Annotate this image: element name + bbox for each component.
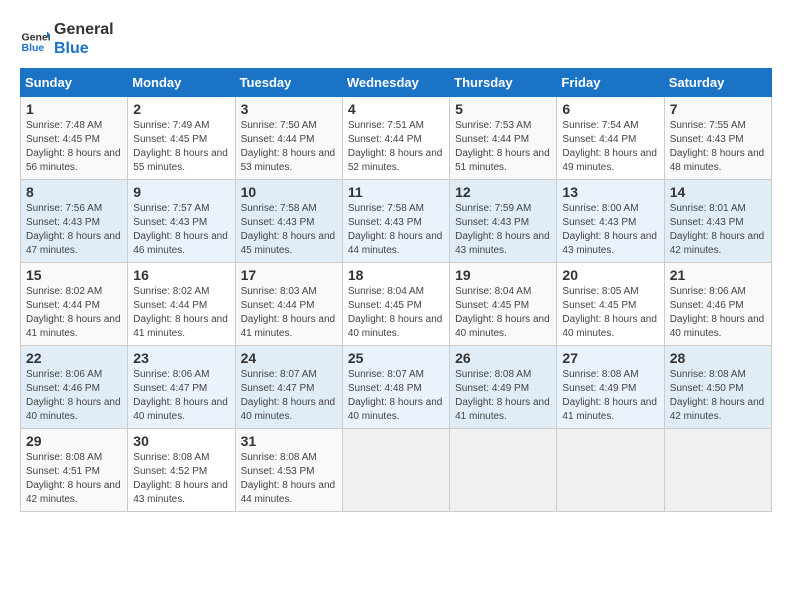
logo: General Blue General Blue xyxy=(20,20,114,58)
col-tuesday: Tuesday xyxy=(235,69,342,97)
table-row: 30Sunrise: 8:08 AMSunset: 4:52 PMDayligh… xyxy=(128,429,235,512)
table-row: 19Sunrise: 8:04 AMSunset: 4:45 PMDayligh… xyxy=(450,263,557,346)
table-row xyxy=(664,429,771,512)
table-row xyxy=(342,429,449,512)
table-row: 9Sunrise: 7:57 AMSunset: 4:43 PMDaylight… xyxy=(128,180,235,263)
table-row: 17Sunrise: 8:03 AMSunset: 4:44 PMDayligh… xyxy=(235,263,342,346)
table-row: 24Sunrise: 8:07 AMSunset: 4:47 PMDayligh… xyxy=(235,346,342,429)
table-row: 25Sunrise: 8:07 AMSunset: 4:48 PMDayligh… xyxy=(342,346,449,429)
table-row: 2Sunrise: 7:49 AMSunset: 4:45 PMDaylight… xyxy=(128,97,235,180)
table-row: 20Sunrise: 8:05 AMSunset: 4:45 PMDayligh… xyxy=(557,263,664,346)
page-header: General Blue General Blue xyxy=(20,20,772,58)
table-row: 6Sunrise: 7:54 AMSunset: 4:44 PMDaylight… xyxy=(557,97,664,180)
table-row: 22Sunrise: 8:06 AMSunset: 4:46 PMDayligh… xyxy=(21,346,128,429)
calendar-week-row: 1Sunrise: 7:48 AMSunset: 4:45 PMDaylight… xyxy=(21,97,772,180)
table-row xyxy=(450,429,557,512)
table-row: 16Sunrise: 8:02 AMSunset: 4:44 PMDayligh… xyxy=(128,263,235,346)
logo-general: General xyxy=(54,20,114,39)
table-row: 26Sunrise: 8:08 AMSunset: 4:49 PMDayligh… xyxy=(450,346,557,429)
table-row: 15Sunrise: 8:02 AMSunset: 4:44 PMDayligh… xyxy=(21,263,128,346)
table-row: 31Sunrise: 8:08 AMSunset: 4:53 PMDayligh… xyxy=(235,429,342,512)
logo-blue: Blue xyxy=(54,39,114,58)
table-row: 5Sunrise: 7:53 AMSunset: 4:44 PMDaylight… xyxy=(450,97,557,180)
table-row: 4Sunrise: 7:51 AMSunset: 4:44 PMDaylight… xyxy=(342,97,449,180)
logo-icon: General Blue xyxy=(20,24,50,54)
col-wednesday: Wednesday xyxy=(342,69,449,97)
col-monday: Monday xyxy=(128,69,235,97)
col-saturday: Saturday xyxy=(664,69,771,97)
table-row: 21Sunrise: 8:06 AMSunset: 4:46 PMDayligh… xyxy=(664,263,771,346)
col-sunday: Sunday xyxy=(21,69,128,97)
table-row xyxy=(557,429,664,512)
table-row: 1Sunrise: 7:48 AMSunset: 4:45 PMDaylight… xyxy=(21,97,128,180)
table-row: 13Sunrise: 8:00 AMSunset: 4:43 PMDayligh… xyxy=(557,180,664,263)
table-row: 8Sunrise: 7:56 AMSunset: 4:43 PMDaylight… xyxy=(21,180,128,263)
calendar-week-row: 22Sunrise: 8:06 AMSunset: 4:46 PMDayligh… xyxy=(21,346,772,429)
calendar-week-row: 15Sunrise: 8:02 AMSunset: 4:44 PMDayligh… xyxy=(21,263,772,346)
col-friday: Friday xyxy=(557,69,664,97)
table-row: 7Sunrise: 7:55 AMSunset: 4:43 PMDaylight… xyxy=(664,97,771,180)
table-row: 27Sunrise: 8:08 AMSunset: 4:49 PMDayligh… xyxy=(557,346,664,429)
table-row: 11Sunrise: 7:58 AMSunset: 4:43 PMDayligh… xyxy=(342,180,449,263)
calendar-header-row: Sunday Monday Tuesday Wednesday Thursday… xyxy=(21,69,772,97)
col-thursday: Thursday xyxy=(450,69,557,97)
calendar-week-row: 29Sunrise: 8:08 AMSunset: 4:51 PMDayligh… xyxy=(21,429,772,512)
table-row: 10Sunrise: 7:58 AMSunset: 4:43 PMDayligh… xyxy=(235,180,342,263)
table-row: 3Sunrise: 7:50 AMSunset: 4:44 PMDaylight… xyxy=(235,97,342,180)
table-row: 28Sunrise: 8:08 AMSunset: 4:50 PMDayligh… xyxy=(664,346,771,429)
table-row: 29Sunrise: 8:08 AMSunset: 4:51 PMDayligh… xyxy=(21,429,128,512)
table-row: 12Sunrise: 7:59 AMSunset: 4:43 PMDayligh… xyxy=(450,180,557,263)
calendar-week-row: 8Sunrise: 7:56 AMSunset: 4:43 PMDaylight… xyxy=(21,180,772,263)
svg-text:Blue: Blue xyxy=(22,42,45,54)
calendar-table: Sunday Monday Tuesday Wednesday Thursday… xyxy=(20,68,772,512)
table-row: 18Sunrise: 8:04 AMSunset: 4:45 PMDayligh… xyxy=(342,263,449,346)
table-row: 14Sunrise: 8:01 AMSunset: 4:43 PMDayligh… xyxy=(664,180,771,263)
table-row: 23Sunrise: 8:06 AMSunset: 4:47 PMDayligh… xyxy=(128,346,235,429)
